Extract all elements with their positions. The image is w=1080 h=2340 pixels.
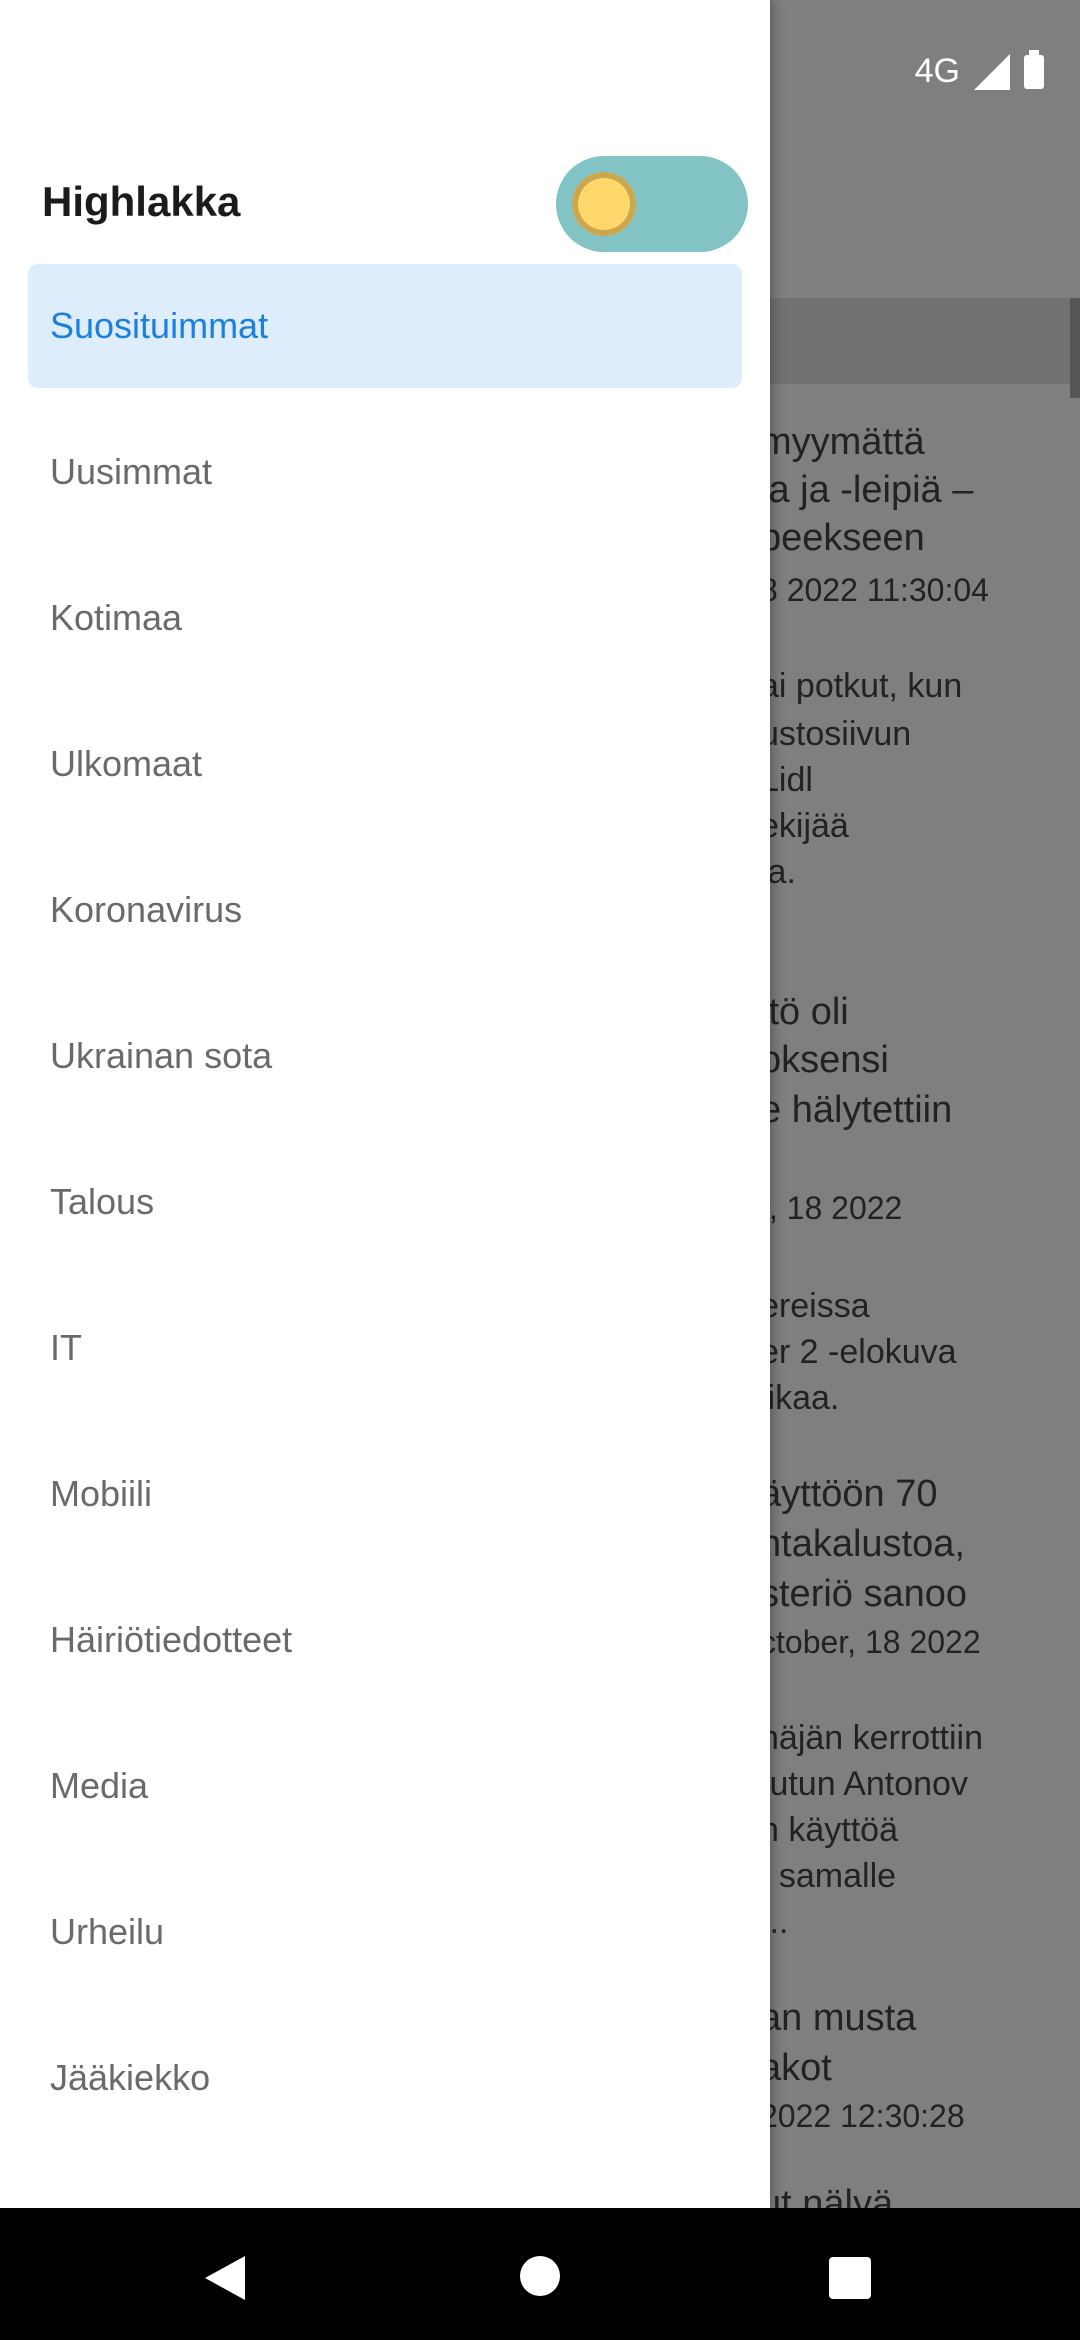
network-label: 4G: [914, 52, 960, 90]
background-headline-line: äyttöön 70: [760, 1473, 938, 1515]
theme-toggle[interactable]: [556, 156, 748, 252]
background-snippet-line: ekijää: [760, 807, 849, 845]
background-headline-line: ltö oli: [760, 991, 849, 1033]
background-headline-line: oksensi: [760, 1039, 889, 1081]
category-menu: Suosituimmat Uusimmat Kotimaa Ulkomaat K…: [28, 264, 742, 2162]
menu-item-label: Suosituimmat: [50, 305, 269, 346]
background-date: 8 2022 11:30:04: [760, 572, 989, 608]
menu-item-label: Koronavirus: [50, 889, 243, 930]
background-headline-line: ia ja -leipiä –: [760, 469, 974, 511]
menu-item-suosituimmat[interactable]: Suosituimmat: [28, 264, 742, 388]
menu-item-label: Urheilu: [50, 1911, 165, 1952]
signal-icon: [974, 53, 1010, 90]
menu-item-label: Häiriötiedotteet: [50, 1619, 293, 1660]
background-headline-line: myymättä: [760, 421, 925, 463]
background-snippet-line: näjän kerrottiin: [760, 1719, 984, 1757]
background-headline-line: ntakalustoa,: [760, 1523, 965, 1565]
menu-item-media[interactable]: Media: [28, 1724, 742, 1848]
menu-item-label: Ulkomaat: [50, 743, 203, 784]
menu-item-it[interactable]: IT: [28, 1286, 742, 1410]
background-headline-line: ut nälyä: [760, 2183, 894, 2208]
menu-item-label: Uusimmat: [50, 451, 213, 492]
menu-item-hairiotiedotteet[interactable]: Häiriötiedotteet: [28, 1578, 742, 1702]
background-date: 2022 12:30:28: [760, 2098, 965, 2134]
home-icon[interactable]: [520, 2256, 560, 2296]
menu-item-jaakiekko[interactable]: Jääkiekko: [28, 2016, 742, 2140]
system-nav-bar: [0, 2208, 1080, 2340]
sun-icon: [572, 172, 636, 236]
background-snippet-line: t samalle: [760, 1857, 897, 1895]
status-bar: 4G: [914, 49, 1044, 91]
background-snippet-line: ustosiivun: [760, 715, 912, 753]
background-snippet-line: n käyttöä: [760, 1811, 898, 1849]
background-headline-line: peekseen: [760, 517, 925, 559]
background-snippet-line: ai potkut, kun: [760, 667, 963, 705]
menu-item-uusimmat[interactable]: Uusimmat: [28, 410, 742, 534]
background-headline-line: e hälytettiin: [760, 1089, 953, 1131]
menu-item-mobiili[interactable]: Mobiili: [28, 1432, 742, 1556]
background-snippet-line: iikaa.: [760, 1379, 840, 1417]
background-snippet-line: tutun Antonov: [760, 1765, 968, 1803]
background-headline-line: akot: [760, 2047, 832, 2089]
menu-item-urheilu[interactable]: Urheilu: [28, 1870, 742, 1994]
menu-item-label: IT: [50, 1327, 82, 1368]
menu-item-label: Jääkiekko: [50, 2057, 211, 2098]
scrollbar: [1070, 298, 1080, 398]
menu-item-label: Talous: [50, 1181, 155, 1222]
background-headline-line: steriö sanoo: [760, 1573, 968, 1615]
battery-icon: [1024, 49, 1044, 89]
menu-item-kotimaa[interactable]: Kotimaa: [28, 556, 742, 680]
drawer-title: Highlakka: [42, 178, 241, 225]
menu-item-ulkomaat[interactable]: Ulkomaat: [28, 702, 742, 826]
background-snippet-line: ereissa: [760, 1287, 870, 1325]
menu-item-label: Kotimaa: [50, 597, 183, 638]
menu-item-talous[interactable]: Talous: [28, 1140, 742, 1264]
background-headline-line: an musta: [760, 1997, 917, 2039]
back-icon[interactable]: [205, 2256, 245, 2300]
menu-item-label: Mobiili: [50, 1473, 153, 1514]
menu-item-label: Media: [50, 1765, 149, 1806]
menu-item-koronavirus[interactable]: Koronavirus: [28, 848, 742, 972]
menu-item-ukrainan-sota[interactable]: Ukrainan sota: [28, 994, 742, 1118]
background-date: r, 18 2022: [760, 1190, 903, 1226]
navigation-drawer: Highlakka Suosituimmat Uusimmat Kotimaa …: [0, 0, 770, 2208]
background-date: ctober, 18 2022: [760, 1624, 981, 1660]
menu-item-label: Ukrainan sota: [50, 1035, 273, 1076]
background-snippet-line: er 2 -elokuva: [760, 1333, 957, 1371]
recents-icon[interactable]: [829, 2257, 871, 2299]
